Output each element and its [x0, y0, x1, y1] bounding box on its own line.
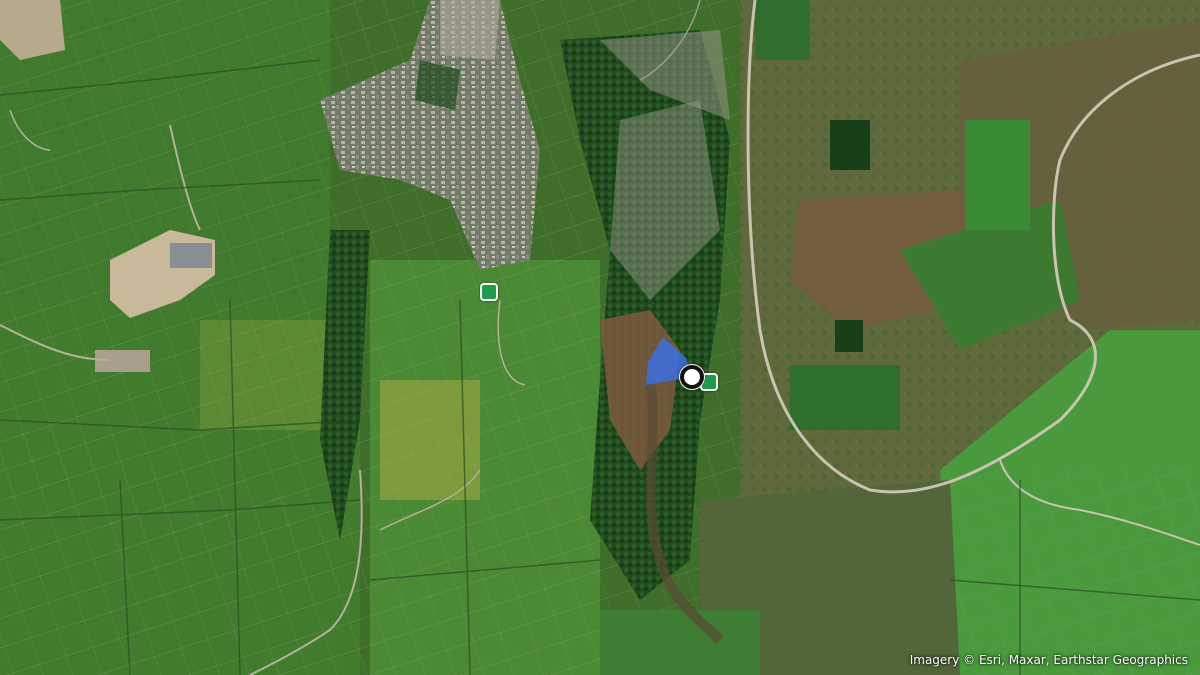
location-dot-icon[interactable]: [680, 365, 704, 389]
satellite-imagery: [0, 0, 1200, 675]
map-attribution: Imagery © Esri, Maxar, Earthstar Geograp…: [909, 653, 1188, 667]
green-square-marker[interactable]: [480, 283, 498, 301]
map-view[interactable]: Imagery © Esri, Maxar, Earthstar Geograp…: [0, 0, 1200, 675]
